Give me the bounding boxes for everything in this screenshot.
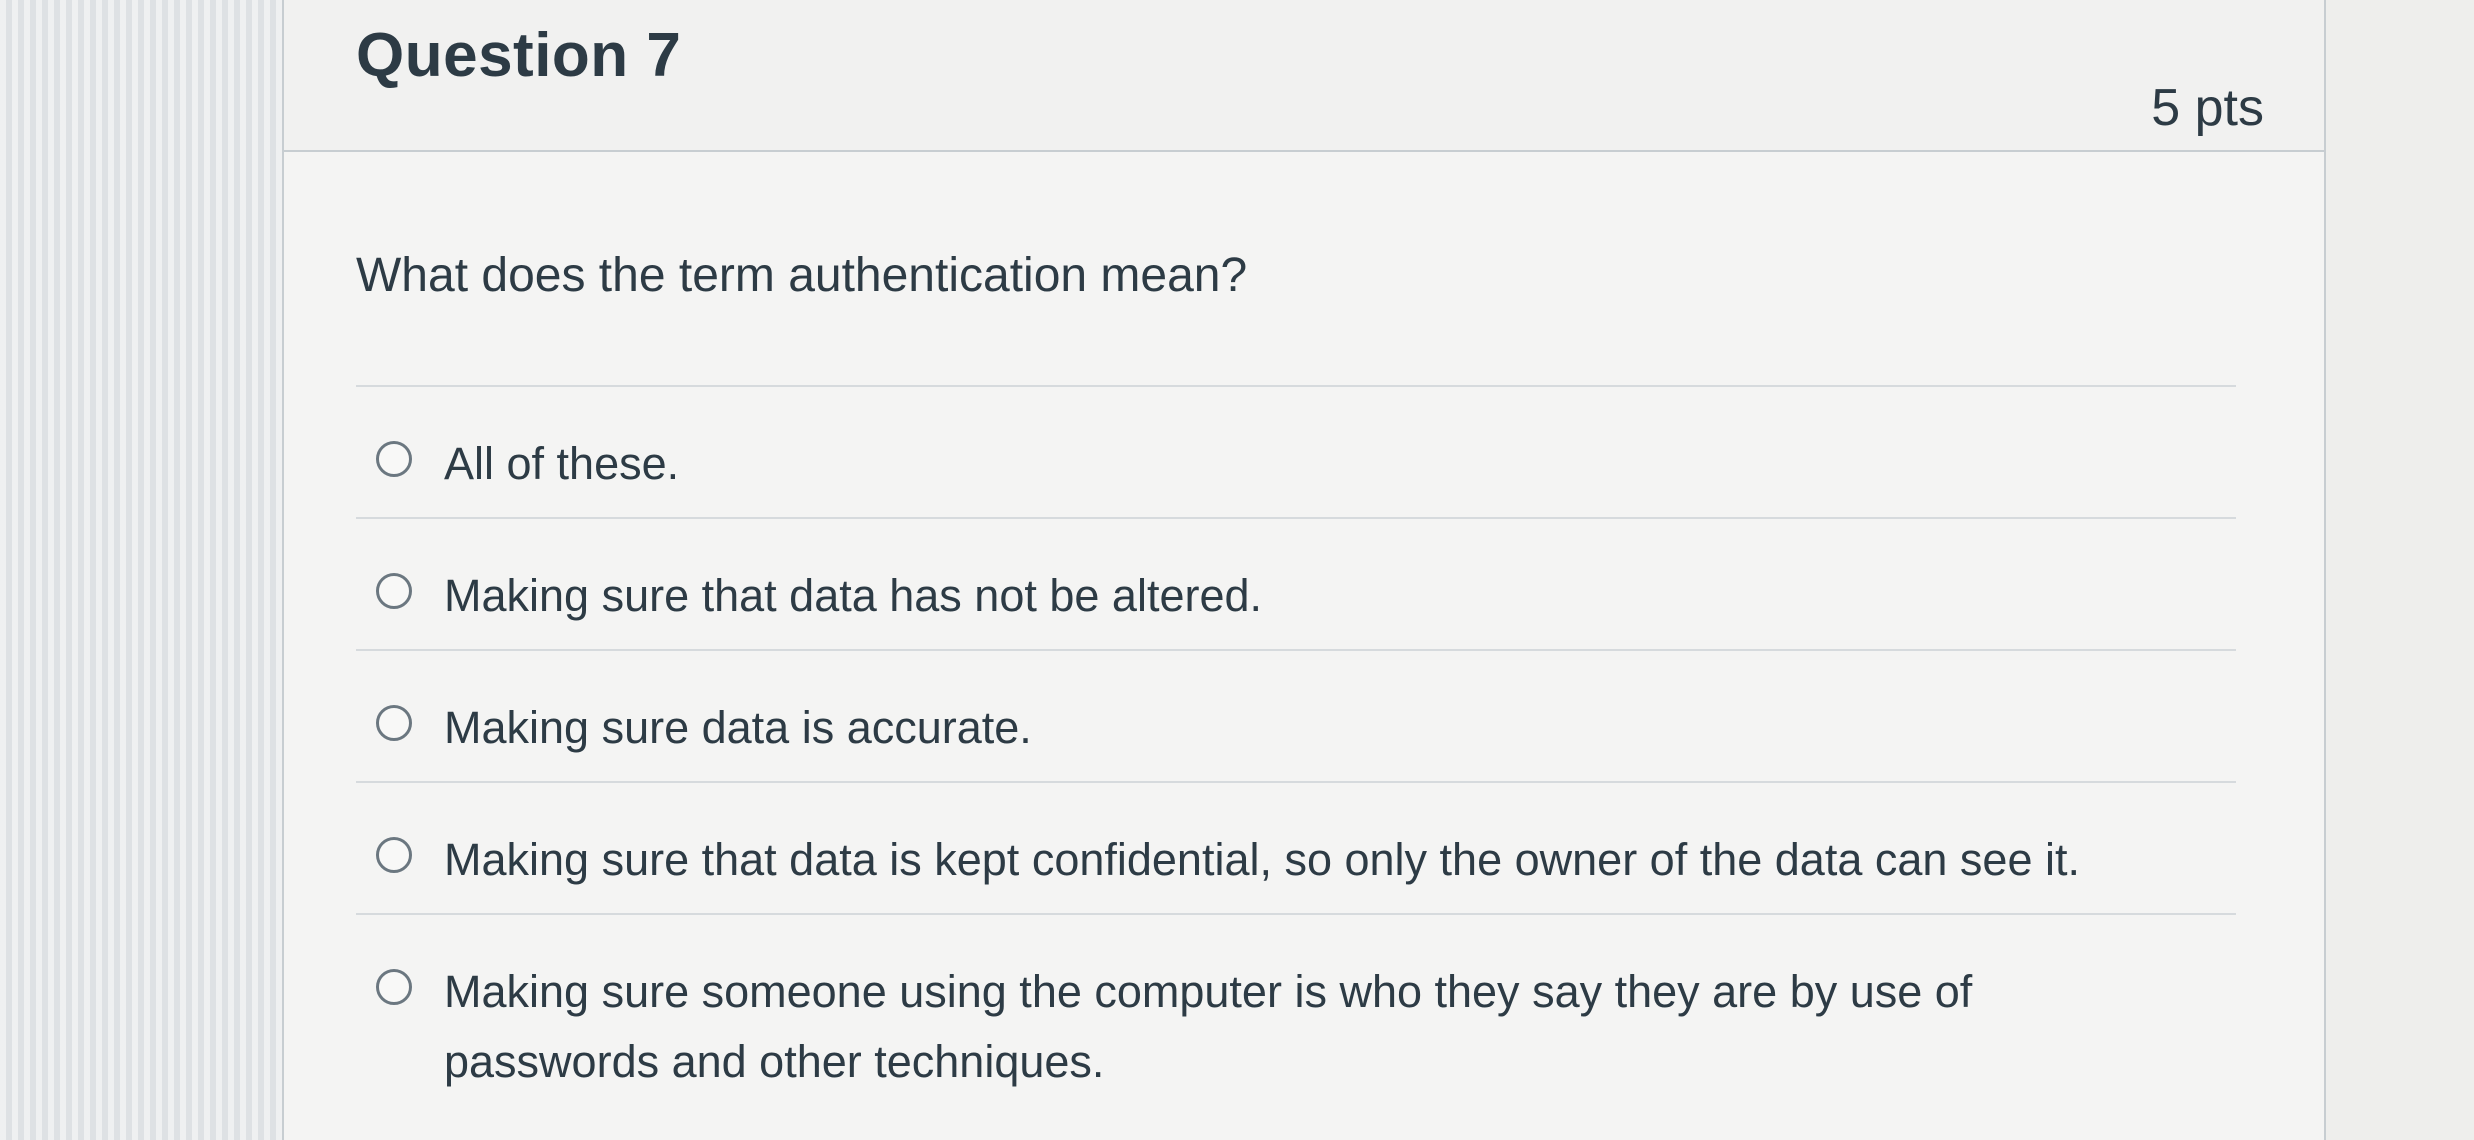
radio-button[interactable] bbox=[376, 573, 412, 609]
radio-button[interactable] bbox=[376, 969, 412, 1005]
answer-label: Making sure that data is kept confidenti… bbox=[444, 834, 2080, 885]
answer-list: All of these. Making sure that data has … bbox=[356, 385, 2236, 1105]
answer-option-5[interactable]: Making sure someone using the computer i… bbox=[356, 913, 2236, 1105]
answer-option-4[interactable]: Making sure that data is kept confidenti… bbox=[356, 781, 2236, 913]
answer-label: All of these. bbox=[444, 438, 680, 489]
answer-option-1[interactable]: All of these. bbox=[356, 385, 2236, 517]
radio-button[interactable] bbox=[376, 837, 412, 873]
radio-button[interactable] bbox=[376, 441, 412, 477]
radio-button[interactable] bbox=[376, 705, 412, 741]
answer-label: Making sure data is accurate. bbox=[444, 702, 1032, 753]
answer-option-2[interactable]: Making sure that data has not be altered… bbox=[356, 517, 2236, 649]
page-margin bbox=[0, 0, 282, 1140]
answer-label: Making sure someone using the computer i… bbox=[444, 966, 1973, 1087]
answer-option-3[interactable]: Making sure data is accurate. bbox=[356, 649, 2236, 781]
question-points: 5 pts bbox=[2151, 79, 2264, 137]
answer-label: Making sure that data has not be altered… bbox=[444, 570, 1263, 621]
question-card: Question 7 5 pts What does the term auth… bbox=[282, 0, 2326, 1140]
question-text: What does the term authentication mean? bbox=[356, 249, 1248, 302]
question-title: Question 7 bbox=[356, 21, 682, 90]
question-header: Question 7 5 pts bbox=[284, 0, 2324, 152]
